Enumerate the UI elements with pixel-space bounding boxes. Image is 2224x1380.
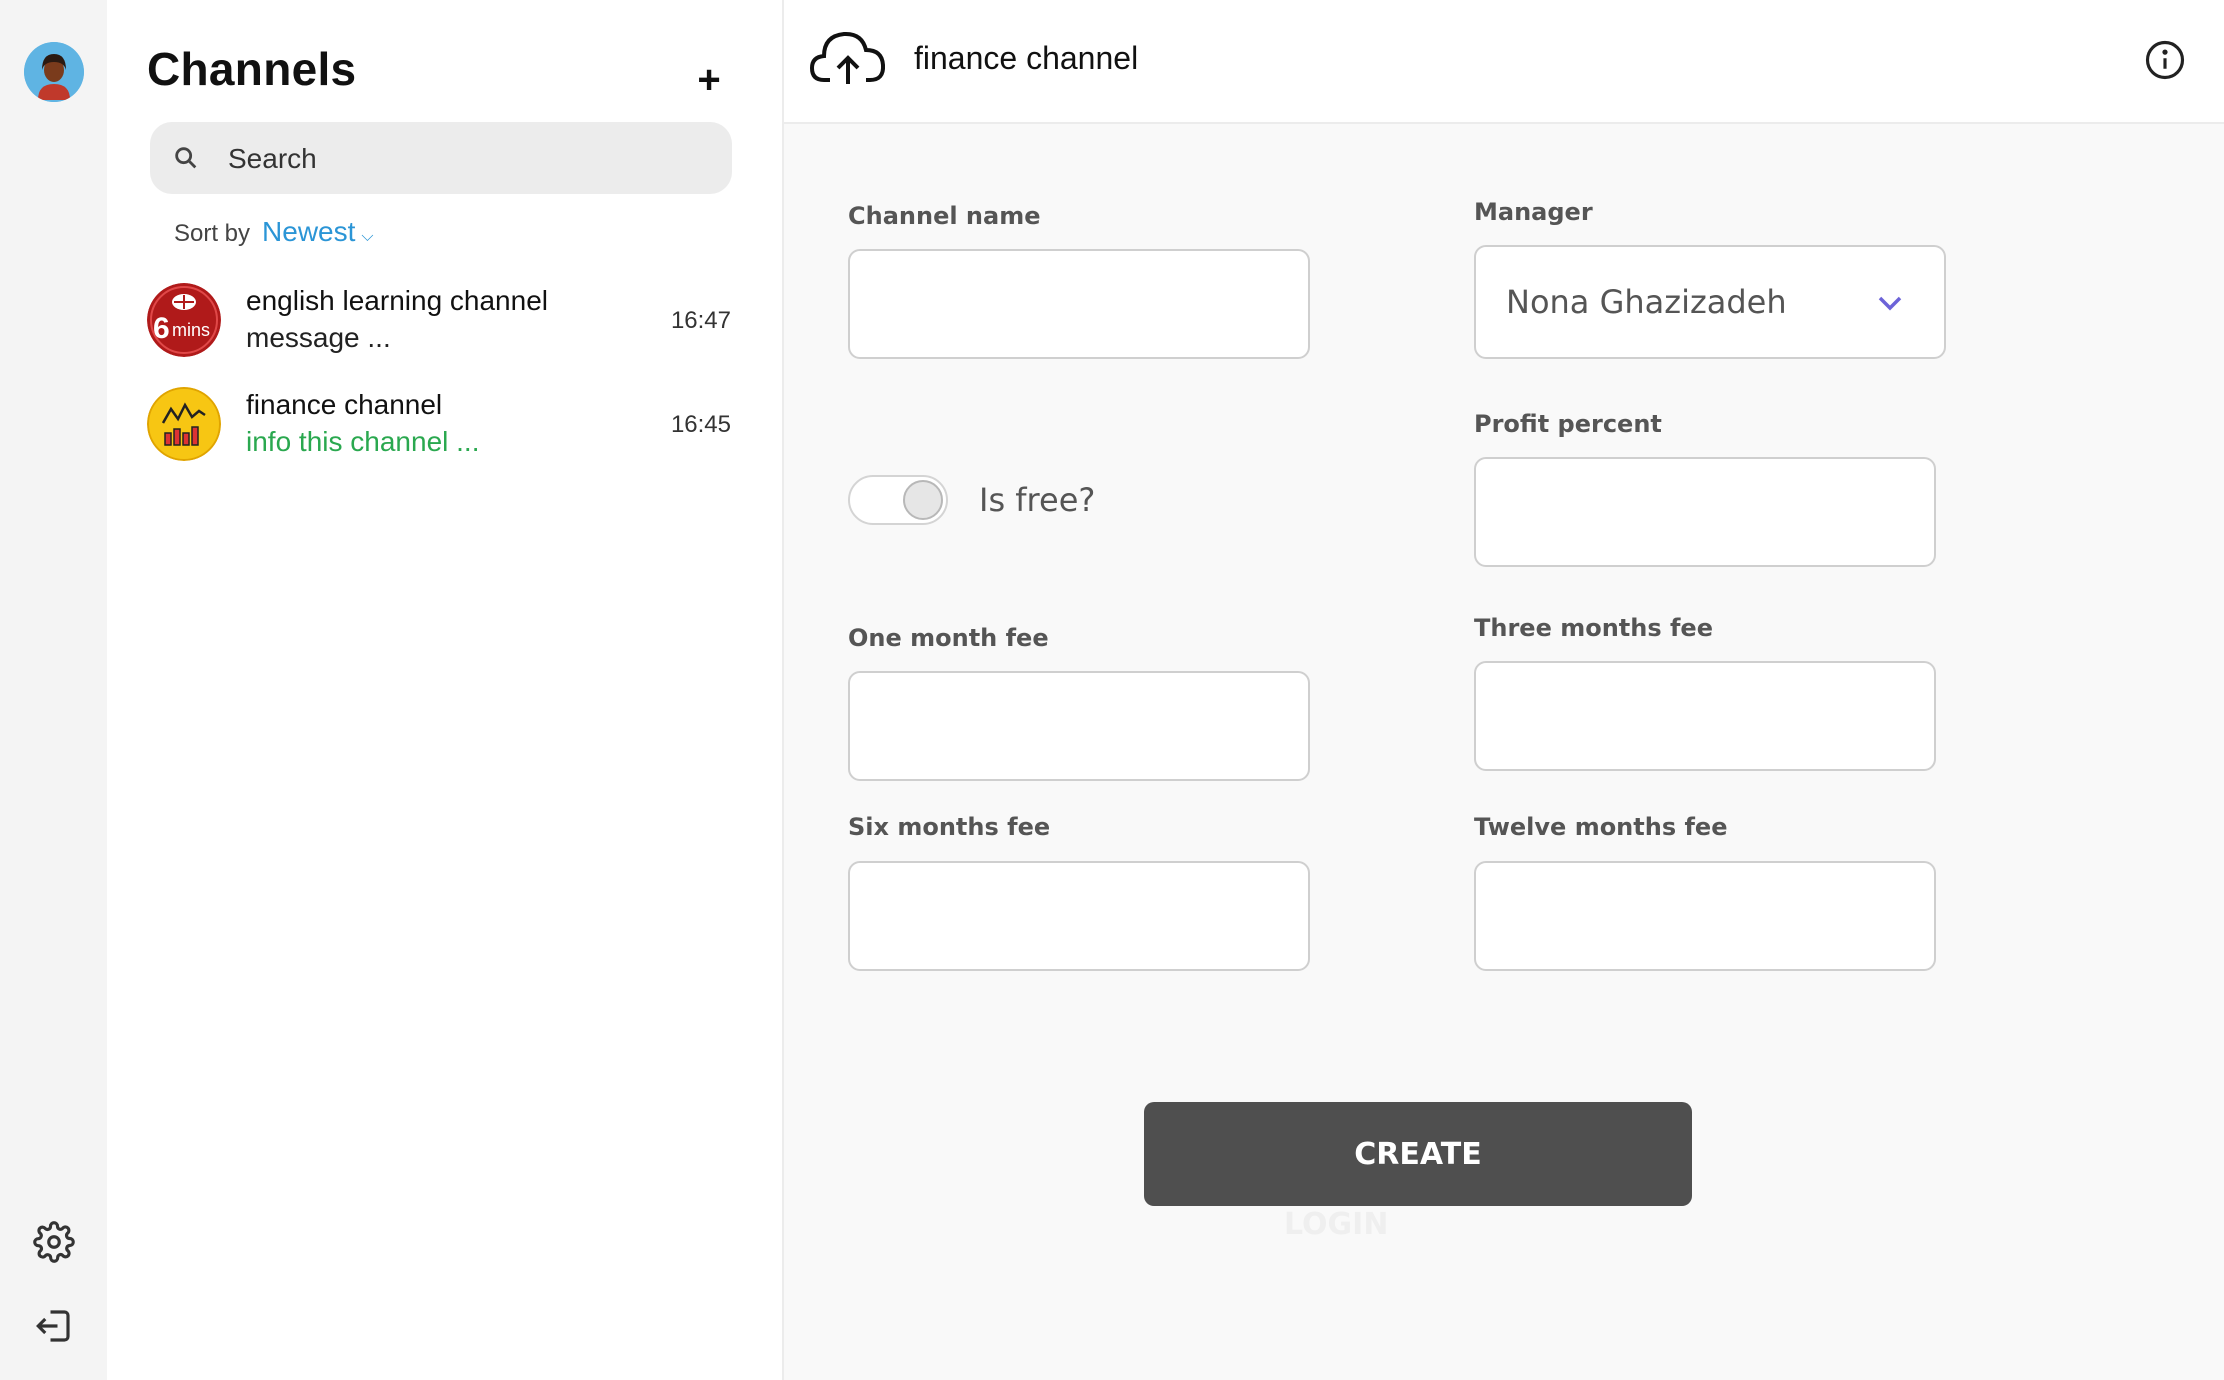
search-bar xyxy=(150,122,732,196)
channel-time: 16:45 xyxy=(670,411,731,438)
avatar[interactable] xyxy=(24,42,84,102)
header-title: finance channel xyxy=(914,40,1139,76)
gear-icon[interactable] xyxy=(33,1221,75,1263)
create-button[interactable]: CREATE xyxy=(1144,1102,1692,1206)
channel-name-label: Channel name xyxy=(848,202,1041,230)
profit-percent-input[interactable] xyxy=(1474,457,1936,567)
logout-icon[interactable] xyxy=(33,1305,75,1347)
list-item[interactable]: finance channel info this channel ... 16… xyxy=(147,387,739,471)
one-month-fee-input[interactable] xyxy=(848,671,1310,781)
search-icon xyxy=(175,147,197,169)
channel-name-input[interactable] xyxy=(848,249,1310,359)
manager-value: Nona Ghazizadeh xyxy=(1506,283,1787,321)
is-free-label: Is free? xyxy=(979,481,1096,519)
is-free-toggle[interactable] xyxy=(848,475,948,525)
sort-value: Newest xyxy=(262,216,356,247)
channel-name: english learning channel xyxy=(246,285,548,316)
twelve-months-fee-input[interactable] xyxy=(1474,861,1936,971)
profit-percent-label: Profit percent xyxy=(1474,410,1662,438)
svg-text:mins: mins xyxy=(172,320,210,340)
channel-avatar: 6 mins xyxy=(147,283,221,357)
six-months-fee-input[interactable] xyxy=(848,861,1310,971)
one-month-fee-label: One month fee xyxy=(848,624,1049,652)
list-item[interactable]: 6 mins english learning channel message … xyxy=(147,283,739,367)
channel-preview: info this channel ... xyxy=(246,426,480,457)
finance-chart-logo-icon xyxy=(147,387,221,461)
sort-dropdown[interactable]: Newest ⌵ xyxy=(262,216,374,248)
channel-avatar xyxy=(147,387,221,461)
six-months-fee-label: Six months fee xyxy=(848,813,1051,841)
three-months-fee-label: Three months fee xyxy=(1474,614,1713,642)
add-channel-button[interactable]: + xyxy=(687,58,731,102)
user-avatar-icon xyxy=(24,42,84,102)
sort-label: Sort by xyxy=(174,220,251,247)
chevron-down-icon: ⌵ xyxy=(361,228,374,245)
channel-list-panel: Channels + Sort by Newest ⌵ 6 mins englis… xyxy=(107,0,784,1380)
cloud-upload-icon[interactable] xyxy=(810,28,886,88)
english-channel-logo-icon: 6 mins xyxy=(147,283,221,357)
manager-label: Manager xyxy=(1474,198,1593,226)
channel-preview: message ... xyxy=(246,322,391,353)
panel-title: Channels xyxy=(147,43,357,95)
ghost-login-text: LOGIN xyxy=(1284,1207,1389,1242)
manager-select[interactable]: Nona Ghazizadeh xyxy=(1474,245,1946,359)
toggle-knob xyxy=(903,480,943,520)
search-input[interactable] xyxy=(226,122,710,196)
chat-header: finance channel xyxy=(784,0,2224,124)
svg-text:6: 6 xyxy=(153,312,170,345)
channel-time: 16:47 xyxy=(670,307,731,334)
sort-control: Sort by Newest ⌵ xyxy=(174,216,374,248)
chevron-down-icon xyxy=(1878,296,1902,311)
three-months-fee-input[interactable] xyxy=(1474,661,1936,771)
left-rail xyxy=(0,0,107,1380)
info-icon[interactable] xyxy=(2144,39,2186,81)
channel-name: finance channel xyxy=(246,389,443,420)
twelve-months-fee-label: Twelve months fee xyxy=(1474,813,1728,841)
